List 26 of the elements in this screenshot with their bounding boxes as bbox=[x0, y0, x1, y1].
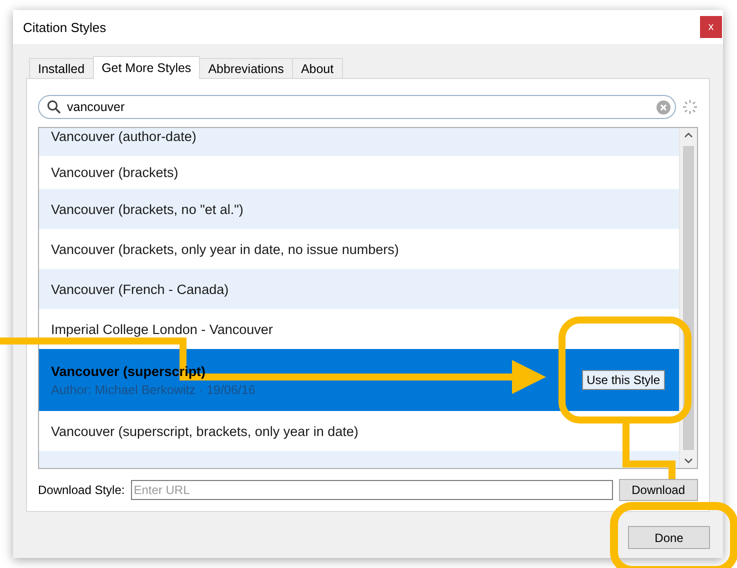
search-icon bbox=[47, 100, 61, 114]
tab[interactable]: Get More Styles bbox=[92, 56, 200, 79]
tab[interactable]: Installed bbox=[29, 58, 94, 78]
spinner-icon bbox=[682, 99, 698, 115]
window-title: Citation Styles bbox=[23, 20, 106, 34]
download-style-label: Download Style: bbox=[38, 483, 125, 497]
style-title: Vancouver (brackets) bbox=[51, 165, 180, 180]
search-input[interactable]: vancouver bbox=[67, 100, 650, 114]
style-author: Author: Michael Berkowitz · 19/06/16 bbox=[51, 382, 256, 396]
tab[interactable]: About bbox=[292, 58, 343, 78]
style-row[interactable]: Imperial College London - Vancouver bbox=[39, 309, 679, 349]
style-title: Vancouver (superscript, brackets, only year in date) bbox=[51, 424, 360, 438]
style-row[interactable]: Vancouver (superscript, brackets, only year in date) bbox=[39, 411, 679, 451]
search-field[interactable]: vancouver bbox=[38, 95, 676, 119]
style-row[interactable]: Vancouver (brackets, only year in date, no issue numbers) bbox=[39, 229, 679, 269]
download-button[interactable]: Download bbox=[618, 479, 698, 501]
style-title: Imperial College London - Vancouver bbox=[51, 322, 274, 336]
style-title: Vancouver (author-date) bbox=[51, 128, 198, 144]
close-button[interactable]: x bbox=[700, 16, 722, 38]
done-button[interactable]: Done bbox=[628, 526, 710, 549]
style-title: Vancouver (brackets, no "et al.") bbox=[51, 202, 244, 216]
url-field[interactable]: Enter URL bbox=[130, 480, 613, 500]
use-style-button[interactable]: Use this Style bbox=[582, 370, 665, 390]
style-row[interactable]: Vancouver (brackets) bbox=[39, 156, 679, 189]
style-title: Vancouver (French - Canada) bbox=[51, 282, 230, 296]
style-title: Vancouver (brackets, only year in date, no issue numbers) bbox=[51, 242, 400, 256]
